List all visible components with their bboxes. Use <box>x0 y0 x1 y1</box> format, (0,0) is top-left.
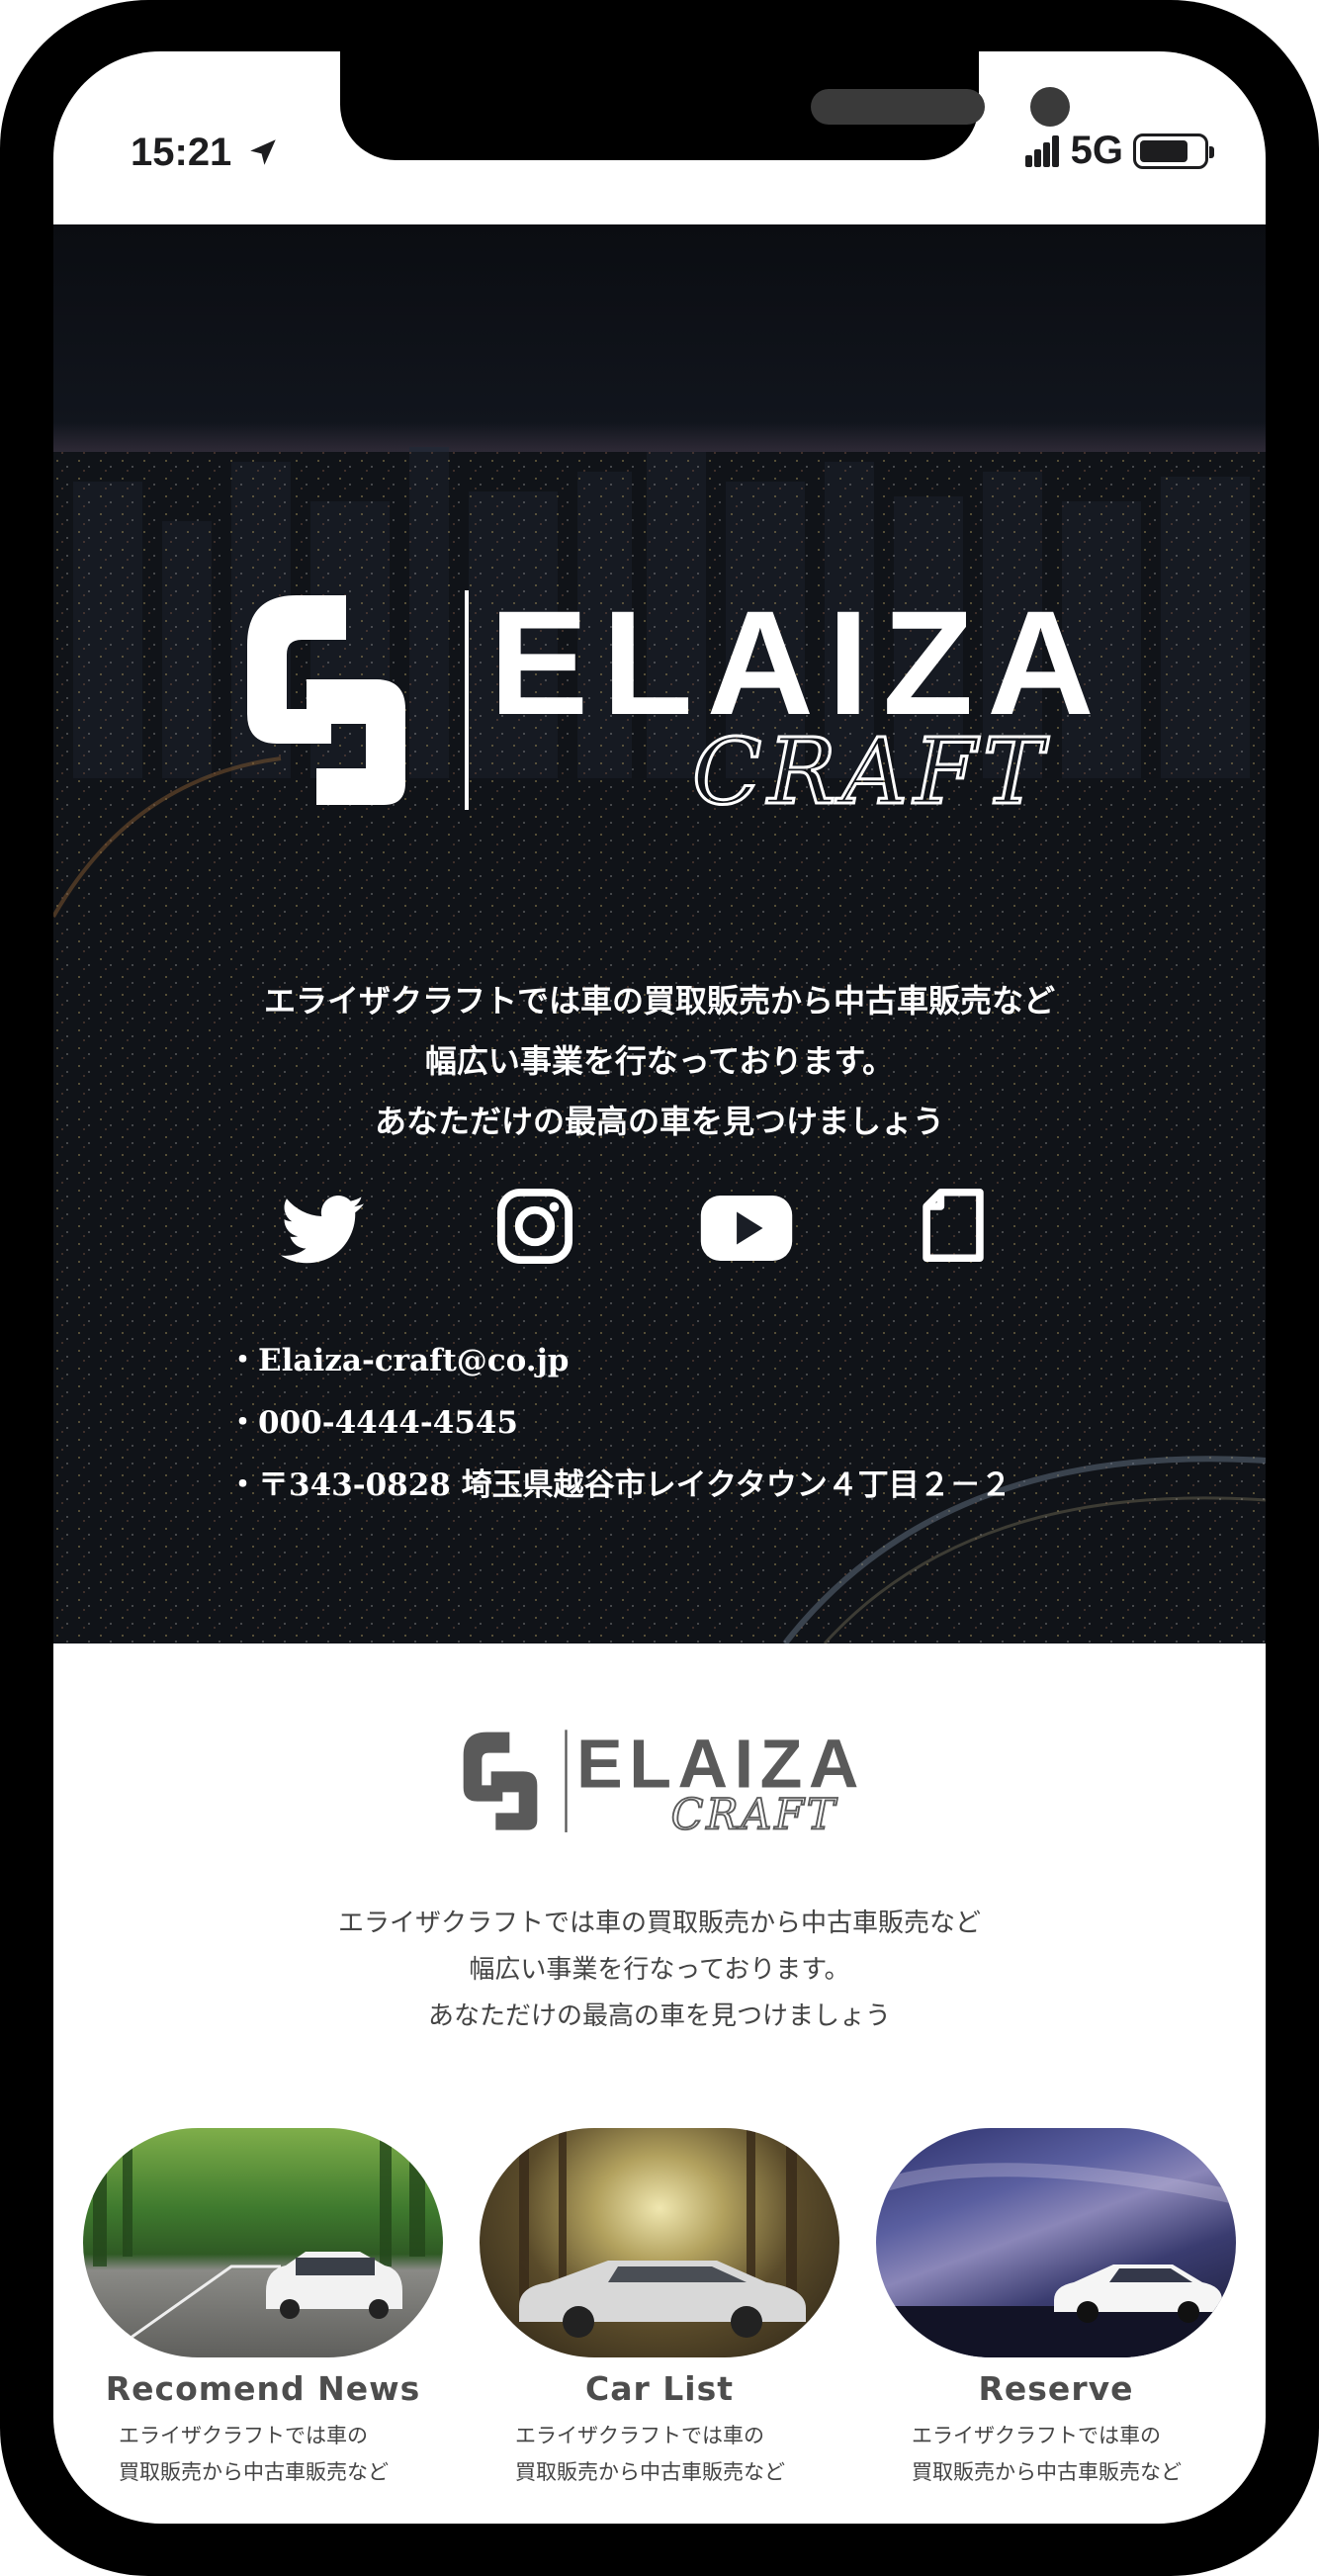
card-car-list[interactable]: Car List エライザクラフトでは車の 買取販売から中古車販売など <box>480 2128 839 2491</box>
card-reserve[interactable]: Reserve エライザクラフトでは車の 買取販売から中古車販売など <box>876 2128 1236 2491</box>
contact-email[interactable]: ・Elaiza-craft@co.jp <box>227 1335 569 1379</box>
hero-line-1: エライザクラフトでは車の買取販売から中古車販売など <box>263 982 1055 1020</box>
card-image-night-sky <box>876 2128 1236 2357</box>
contact-address: ・〒343-0828 埼玉県越谷市レイクタウン４丁目２－２ <box>227 1467 1011 1503</box>
youtube-icon[interactable] <box>700 1196 793 1261</box>
status-time-text: 15:21 <box>131 131 232 174</box>
hero-section: ELAIZA CRAFT エライザクラフトでは車の買取販売から中古車販売など 幅… <box>53 224 1266 1643</box>
status-indicators: 5G <box>1024 129 1214 173</box>
card-title-recomend-news[interactable]: Recomend News <box>83 2369 443 2408</box>
about-line-1: エライザクラフトでは車の買取販売から中古車販売など <box>337 1909 981 1938</box>
card-desc-line-1: エライザクラフトでは車の <box>912 2424 1161 2447</box>
signal-icon <box>1024 134 1059 167</box>
status-time: 15:21 <box>131 131 280 175</box>
card-desc-line-1: エライザクラフトでは車の <box>119 2424 368 2447</box>
instagram-icon[interactable] <box>496 1188 573 1265</box>
brand-sub: CRAFT <box>692 719 1049 823</box>
card-title-reserve[interactable]: Reserve <box>876 2369 1236 2408</box>
brand-sub-gray: CRAFT <box>671 1791 838 1838</box>
speaker-grille <box>811 89 985 125</box>
hero-line-3: あなただけの最高の車を見つけましょう <box>374 1103 944 1140</box>
network-type: 5G <box>1070 129 1123 172</box>
location-arrow-icon <box>250 139 277 165</box>
card-desc-line-2: 買取販売から中古車販売など <box>515 2460 785 2484</box>
battery-icon <box>1133 133 1214 169</box>
card-desc-line-2: 買取販売から中古車販売など <box>912 2460 1182 2484</box>
card-desc-line-1: エライザクラフトでは車の <box>515 2424 764 2447</box>
brand-logo: ELAIZA CRAFT <box>247 585 1095 823</box>
hero-line-2: 幅広い事業を行なっております。 <box>424 1042 895 1080</box>
notch <box>340 51 1070 160</box>
front-camera <box>1030 87 1070 127</box>
card-desc-reserve: エライザクラフトでは車の 買取販売から中古車販売など <box>876 2418 1236 2491</box>
about-line-3: あなただけの最高の車を見つけましょう <box>427 2001 891 2031</box>
logo-mark-gray-icon <box>463 1732 538 1830</box>
card-desc-car-list: エライザクラフトでは車の 買取販売から中古車販売など <box>480 2418 839 2491</box>
note-icon[interactable] <box>920 1188 987 1263</box>
contact-phone[interactable]: ・000-4444-4545 <box>227 1397 518 1442</box>
about-description: エライザクラフトでは車の買取販売から中古車販売など 幅広い事業を行なっております… <box>53 1901 1266 2040</box>
card-desc-line-2: 買取販売から中古車販売など <box>119 2460 389 2484</box>
about-line-2: 幅広い事業を行なっております。 <box>469 1955 850 1985</box>
card-image-tree-tunnel <box>480 2128 839 2357</box>
brand-logo-gray: ELAIZA CRAFT <box>463 1728 858 1838</box>
phone-screen: 15:21 5G ELAIZA CRAFT エライザクラフトでは車の買取販売から… <box>53 51 1266 2524</box>
card-title-car-list[interactable]: Car List <box>480 2369 839 2408</box>
twitter-icon[interactable] <box>281 1196 364 1265</box>
logo-mark-icon <box>247 595 405 805</box>
card-desc-recomend-news: エライザクラフトでは車の 買取販売から中古車販売など <box>83 2418 443 2491</box>
hero-description: エライザクラフトでは車の買取販売から中古車販売など 幅広い事業を行なっております… <box>53 971 1266 1152</box>
card-image-forest-road <box>83 2128 443 2357</box>
card-recomend-news[interactable]: Recomend News エライザクラフトでは車の 買取販売から中古車販売など <box>83 2128 443 2491</box>
